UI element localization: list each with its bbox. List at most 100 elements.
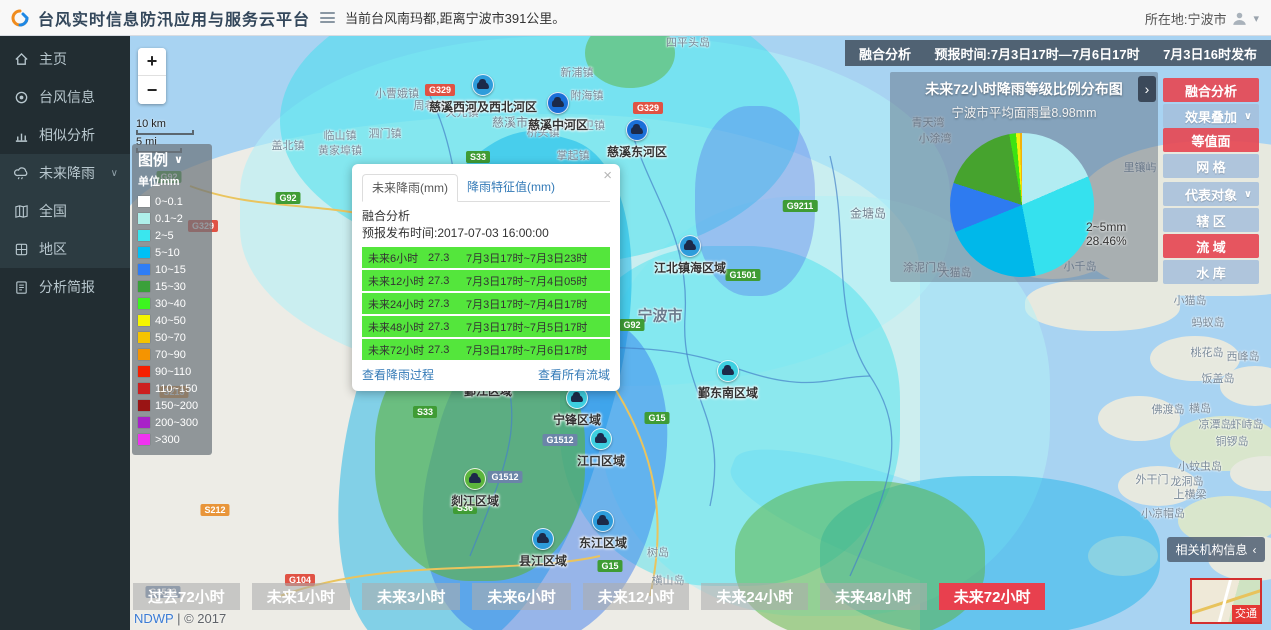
pie-slice-callout: 2~5mm 28.46%	[1086, 220, 1127, 248]
zoom-out-button[interactable]: −	[138, 76, 166, 104]
user-icon[interactable]	[1232, 11, 1247, 26]
overlay-effect-header[interactable]: 效果叠加 ∨	[1163, 104, 1259, 128]
sidebar-item-nation[interactable]: 全国	[0, 192, 130, 230]
legend-header[interactable]: 图例 ∨	[138, 149, 206, 170]
forecast-range: 7月3日17时~7月4日05时	[466, 273, 610, 289]
time-range-button[interactable]: 未来72小时	[939, 583, 1046, 610]
region-marker[interactable]: 剡江区域	[451, 468, 499, 509]
sidebar-item-region[interactable]: 地区	[0, 230, 130, 268]
sidebar-item-home[interactable]: 主页	[0, 40, 130, 78]
view-rain-process-link[interactable]: 查看降雨过程	[362, 366, 434, 383]
region-marker[interactable]: 鄞东南区域	[698, 360, 758, 401]
logo-icon	[10, 8, 30, 28]
water-region-icon	[547, 92, 569, 114]
tab-future-rain[interactable]: 未来降雨(mm)	[362, 174, 458, 202]
sidebar-group-future-rain: 未来降雨 ∨ 全国 地区	[0, 154, 130, 268]
expand-panel-icon[interactable]: ›	[1138, 76, 1156, 102]
related-org-info-label: 相关机构信息	[1175, 541, 1247, 558]
sidebar-item-report[interactable]: 分析简报	[0, 268, 130, 306]
forecast-table: 未来6小时 27.3 7月3日17时~7月3日23时 未来12小时 27.3 7…	[362, 247, 610, 360]
time-range-button[interactable]: 未来48小时	[820, 583, 927, 610]
water-region-icon	[592, 510, 614, 532]
water-region-icon	[717, 360, 739, 382]
region-marker[interactable]: 东江区域	[579, 510, 627, 551]
legend-item-label: 0~0.1	[155, 196, 183, 208]
legend-item: 0~0.1	[138, 193, 206, 210]
zoom-in-button[interactable]: +	[138, 48, 166, 76]
time-range-button[interactable]: 未来24小时	[701, 583, 808, 610]
map-label: 铜锣岛	[1216, 433, 1249, 449]
hamburger-icon[interactable]	[320, 12, 335, 23]
map-canvas[interactable]: 宁波市慈溪市金塘岛四平头岛盖北镇临山镇泗门镇黄家埠镇小曹娥镇周巷镇天元镇桥头镇观…	[130, 36, 1271, 630]
popup-source: 融合分析	[362, 208, 610, 225]
map-label: 小凉帽岛	[1141, 505, 1185, 521]
sidebar-item-future-rain[interactable]: 未来降雨 ∨	[0, 154, 130, 192]
scale-km-bar	[136, 130, 194, 135]
sidebar-item-similar-analysis[interactable]: 相似分析	[0, 116, 130, 154]
chevron-down-icon: ∨	[1244, 111, 1252, 122]
region-marker[interactable]: 慈溪西河及西北河区	[429, 74, 537, 115]
related-org-info-button[interactable]: 相关机构信息 ‹	[1167, 537, 1265, 562]
tab-rain-characteristics[interactable]: 降雨特征值(mm)	[458, 174, 564, 201]
time-range-button[interactable]: 未来12小时	[583, 583, 690, 610]
legend-item: 2~5	[138, 227, 206, 244]
map-label: 掌起镇	[557, 147, 590, 163]
ndwp-link[interactable]: NDWP	[134, 611, 173, 626]
contour-surface-button[interactable]: 等值面	[1163, 128, 1259, 152]
sidebar-item-label: 全国	[39, 201, 67, 221]
region-marker-label: 宁锋区域	[553, 411, 601, 428]
region-marker[interactable]: 宁锋区域	[553, 387, 601, 428]
forecast-table-row: 未来24小时 27.3 7月3日17时~7月4日17时	[362, 293, 610, 314]
pie-callout-label: 2~5mm	[1086, 220, 1127, 234]
district-button[interactable]: 辖 区	[1163, 208, 1259, 232]
view-all-basins-link[interactable]: 查看所有流域	[538, 366, 610, 383]
legend-item: 200~300	[138, 414, 206, 431]
region-marker[interactable]: 慈溪中河区	[528, 92, 588, 133]
chevron-down-icon: ∨	[1244, 189, 1252, 200]
typhoon-icon	[14, 90, 29, 105]
reservoir-button[interactable]: 水 库	[1163, 260, 1259, 284]
map-label: 泗门镇	[369, 125, 402, 141]
time-range-button[interactable]: 过去72小时	[133, 583, 240, 610]
water-region-glyph	[469, 476, 481, 483]
legend-item-label: 15~30	[155, 281, 186, 293]
legend-item-label: 40~50	[155, 315, 186, 327]
region-marker[interactable]: 江口区域	[577, 428, 625, 469]
region-marker[interactable]: 江北镇海区域	[654, 235, 726, 276]
water-region-glyph	[552, 100, 564, 107]
legend-collapse-icon[interactable]: ∨	[174, 153, 183, 166]
forecast-period: 未来48小时	[362, 319, 428, 335]
region-marker[interactable]: 慈溪东河区	[607, 119, 667, 160]
represent-object-header[interactable]: 代表对象 ∨	[1163, 182, 1259, 206]
chevron-down-icon[interactable]: ▾	[1253, 12, 1259, 25]
sidebar-item-typhoon-info[interactable]: 台风信息	[0, 78, 130, 116]
rain-cloud-icon	[14, 166, 29, 181]
map-label: 凉潭岛	[1199, 416, 1232, 432]
map-attribution: NDWP | © 2017	[134, 611, 226, 626]
region-marker[interactable]: 县江区域	[519, 528, 567, 569]
map-label: 西峰岛	[1227, 348, 1260, 364]
road-badge: G92	[275, 192, 300, 204]
legend-item-label: 2~5	[155, 230, 174, 242]
water-region-glyph	[631, 127, 643, 134]
water-region-glyph	[722, 368, 734, 375]
typhoon-platform-app: 宁波市慈溪市金塘岛四平头岛盖北镇临山镇泗门镇黄家埠镇小曹娥镇周巷镇天元镇桥头镇观…	[0, 0, 1271, 630]
time-range-button[interactable]: 未来1小时	[252, 583, 350, 610]
road-badge: S33	[413, 406, 437, 418]
time-range-button[interactable]: 未来6小时	[472, 583, 570, 610]
time-range-button[interactable]: 未来3小时	[362, 583, 460, 610]
collapse-left-icon: ‹	[1253, 543, 1257, 557]
legend-swatch	[138, 417, 150, 428]
basin-button[interactable]: 流 域	[1163, 234, 1259, 258]
fusion-analysis-button[interactable]: 融合分析	[1163, 78, 1259, 102]
legend-item-label: 90~110	[155, 366, 191, 378]
sidebar-item-label: 分析简报	[39, 277, 95, 297]
close-icon[interactable]: ×	[603, 167, 612, 184]
traffic-minimap[interactable]: 交通	[1190, 578, 1262, 624]
map-label: 虾峙岛	[1231, 416, 1264, 432]
legend-unit: 单位mm	[138, 173, 206, 189]
grid-button[interactable]: 网 格	[1163, 154, 1259, 178]
home-icon	[14, 52, 29, 67]
map-label: 小猫岛	[1174, 292, 1207, 308]
legend-swatch	[138, 298, 150, 309]
